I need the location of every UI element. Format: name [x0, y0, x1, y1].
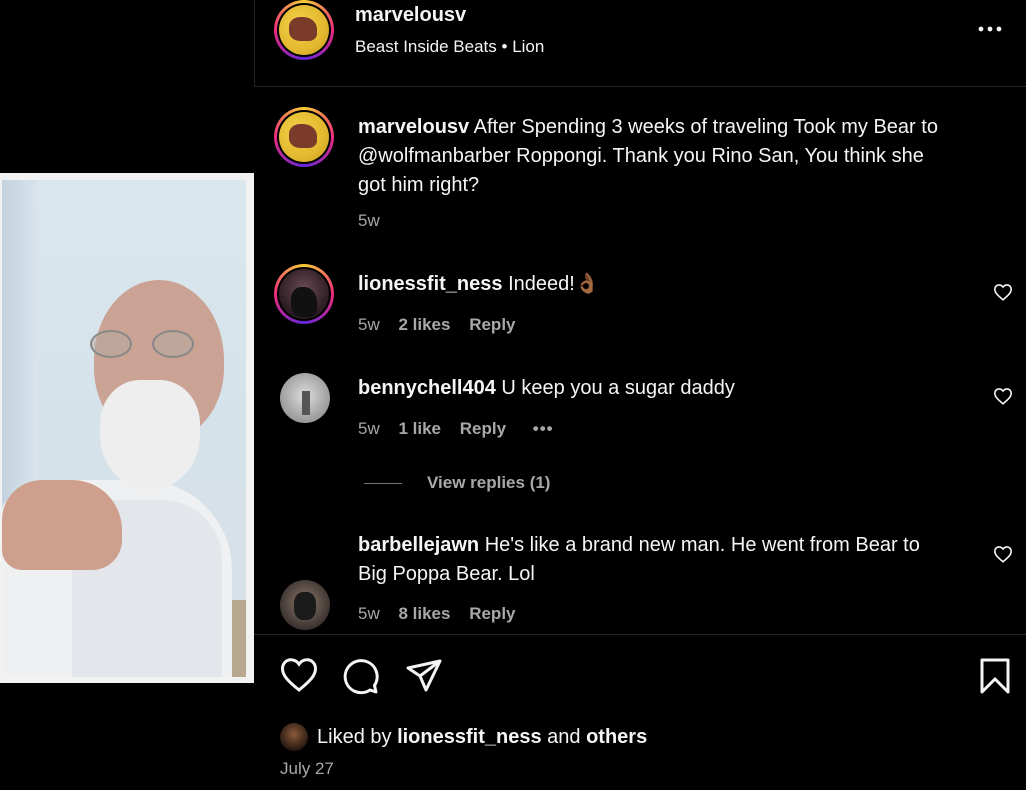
mention-link[interactable]: @wolfmanbarber	[358, 145, 511, 167]
view-replies-line	[364, 483, 402, 484]
liked-by-text: Liked by lionessfit_ness and others	[317, 723, 647, 752]
comment-username[interactable]: lionessfit_ness	[358, 273, 503, 295]
reply-button[interactable]: Reply	[469, 315, 515, 334]
liked-by-others[interactable]: others	[586, 726, 647, 748]
comment-meta: 5w 2 likes Reply	[358, 315, 516, 335]
bookmark-icon	[980, 658, 1010, 694]
more-options-icon[interactable]	[976, 18, 1006, 38]
caption-avatar[interactable]	[274, 107, 334, 167]
actions-divider	[254, 634, 1026, 635]
comment-text: barbellejawn He's like a brand new man. …	[358, 531, 978, 589]
share-icon	[406, 659, 442, 692]
view-replies-button[interactable]: View replies (1)	[427, 473, 550, 493]
comment-body: Indeed!👌🏾	[508, 273, 600, 295]
post-image	[2, 180, 246, 677]
caption-text: marvelousv After Spending 3 weeks of tra…	[358, 113, 998, 200]
caption-time: 5w	[358, 211, 380, 230]
comment-button[interactable]	[341, 656, 381, 701]
header-divider-bottom	[254, 86, 1026, 87]
save-button[interactable]	[975, 656, 1015, 701]
caption-body-2: Roppongi. Thank you Rino San, You think …	[516, 145, 924, 167]
comment-time: 5w	[358, 419, 380, 438]
comment-more-icon[interactable]: •••	[533, 419, 554, 438]
header-avatar[interactable]	[274, 0, 334, 60]
comment-text: lionessfit_ness Indeed!👌🏾	[358, 270, 600, 299]
comment-text: bennychell404 U keep you a sugar daddy	[358, 374, 735, 403]
comment-likes[interactable]: 1 like	[398, 419, 441, 438]
reply-button[interactable]: Reply	[460, 419, 506, 438]
comment-likes[interactable]: 2 likes	[398, 315, 450, 334]
header-username[interactable]: marvelousv	[355, 4, 466, 27]
heart-icon[interactable]	[993, 545, 1013, 568]
header-divider	[254, 0, 255, 86]
audio-link[interactable]: Beast Inside Beats	[355, 37, 497, 56]
comment-time: 5w	[358, 315, 380, 334]
comment-body-1: He's like a brand new man. He went from …	[484, 534, 920, 556]
reply-button[interactable]: Reply	[469, 604, 515, 623]
header-subtitle: Beast Inside Beats • Lion	[355, 37, 544, 57]
share-button[interactable]	[404, 656, 444, 701]
comment-username[interactable]: barbellejawn	[358, 534, 479, 556]
caption-body-1: After Spending 3 weeks of traveling Took…	[473, 116, 938, 138]
comment-username[interactable]: bennychell404	[358, 377, 496, 399]
comment-body-2: Big Poppa Bear. Lol	[358, 563, 535, 585]
comment-meta: 5w 8 likes Reply	[358, 604, 516, 624]
caption-body-3: got him right?	[358, 174, 480, 196]
separator-dot: •	[501, 37, 508, 56]
liked-by-user[interactable]: lionessfit_ness	[397, 726, 542, 748]
comment-body: U keep you a sugar daddy	[501, 377, 735, 399]
comment-avatar[interactable]	[280, 580, 330, 630]
location-link[interactable]: Lion	[512, 37, 544, 56]
comment-time: 5w	[358, 604, 380, 623]
heart-icon	[280, 658, 318, 692]
like-button[interactable]	[279, 656, 319, 701]
heart-icon[interactable]	[993, 283, 1013, 306]
comment-meta: 5w 1 like Reply •••	[358, 419, 554, 439]
comment-avatar[interactable]	[274, 264, 334, 324]
caption-username[interactable]: marvelousv	[358, 116, 469, 138]
liked-by-avatar[interactable]	[280, 723, 308, 751]
post-photo[interactable]	[0, 173, 254, 683]
comment-avatar[interactable]	[280, 373, 330, 423]
liked-by-and: and	[547, 726, 581, 748]
comment-likes[interactable]: 8 likes	[398, 604, 450, 623]
liked-by-prefix: Liked by	[317, 726, 392, 748]
heart-icon[interactable]	[993, 387, 1013, 410]
post-date[interactable]: July 27	[280, 759, 334, 779]
comment-icon	[343, 659, 379, 695]
